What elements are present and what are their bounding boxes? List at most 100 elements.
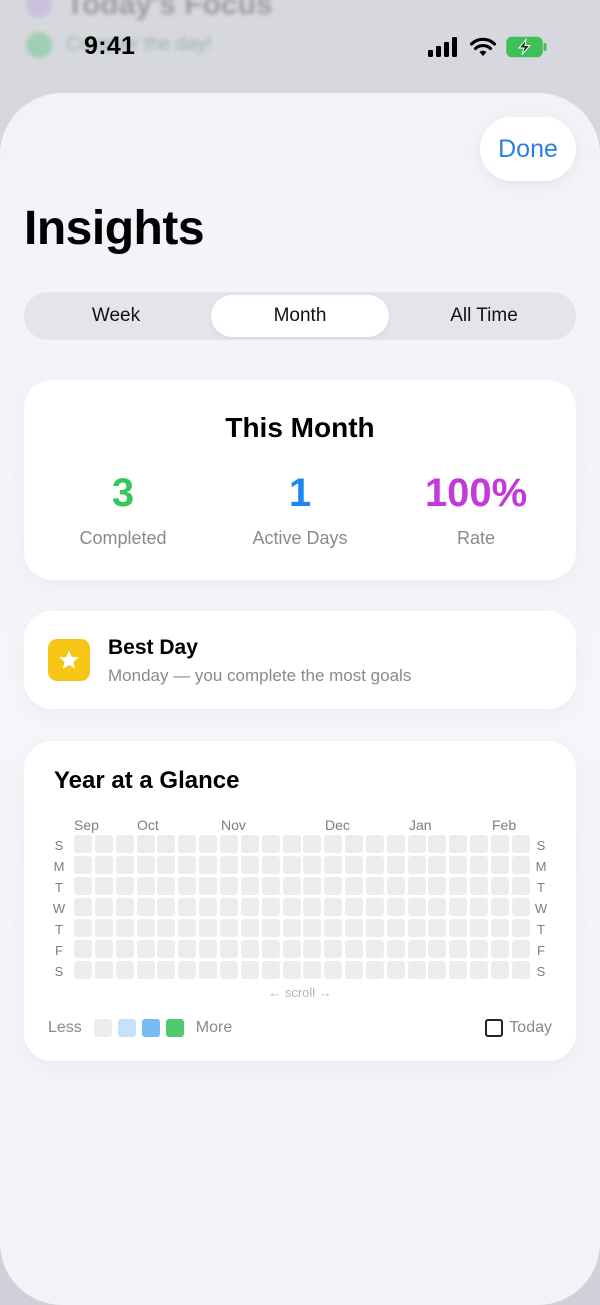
grid-cell[interactable]: [407, 877, 426, 895]
grid-cell[interactable]: [115, 940, 134, 958]
grid-cell[interactable]: [199, 877, 218, 895]
grid-cell[interactable]: [74, 877, 92, 895]
grid-cell[interactable]: [324, 835, 343, 853]
grid-cell[interactable]: [261, 835, 280, 853]
grid-cell[interactable]: [386, 856, 405, 874]
done-button[interactable]: Done: [480, 117, 576, 181]
grid-cell[interactable]: [511, 856, 530, 874]
grid-cell[interactable]: [345, 961, 364, 979]
contribution-grid[interactable]: [74, 835, 530, 982]
grid-cell[interactable]: [470, 961, 489, 979]
grid-cell[interactable]: [115, 856, 134, 874]
grid-cell[interactable]: [94, 961, 113, 979]
grid-cell[interactable]: [491, 835, 509, 853]
grid-cell[interactable]: [74, 898, 92, 916]
grid-cell[interactable]: [428, 835, 447, 853]
grid-cell[interactable]: [345, 856, 364, 874]
grid-cell[interactable]: [511, 835, 530, 853]
grid-cell[interactable]: [345, 940, 364, 958]
grid-cell[interactable]: [407, 835, 426, 853]
grid-cell[interactable]: [136, 835, 155, 853]
grid-cell[interactable]: [240, 940, 259, 958]
grid-cell[interactable]: [199, 898, 218, 916]
grid-cell[interactable]: [470, 919, 489, 937]
grid-cell[interactable]: [178, 919, 197, 937]
grid-cell[interactable]: [428, 898, 447, 916]
grid-cell[interactable]: [219, 856, 238, 874]
grid-cell[interactable]: [345, 898, 364, 916]
grid-cell[interactable]: [324, 961, 343, 979]
grid-cell[interactable]: [449, 877, 468, 895]
grid-cell[interactable]: [407, 961, 426, 979]
grid-cell[interactable]: [157, 961, 176, 979]
grid-cell[interactable]: [470, 940, 489, 958]
grid-cell[interactable]: [449, 919, 468, 937]
grid-cell[interactable]: [386, 898, 405, 916]
grid-cell[interactable]: [324, 856, 343, 874]
grid-cell[interactable]: [303, 856, 322, 874]
grid-cell[interactable]: [136, 961, 155, 979]
grid-cell[interactable]: [491, 856, 509, 874]
grid-cell[interactable]: [345, 877, 364, 895]
grid-cell[interactable]: [303, 919, 322, 937]
grid-cell[interactable]: [511, 961, 530, 979]
grid-cell[interactable]: [74, 919, 92, 937]
grid-cell[interactable]: [136, 877, 155, 895]
grid-cell[interactable]: [303, 961, 322, 979]
grid-cell[interactable]: [199, 940, 218, 958]
grid-cell[interactable]: [511, 919, 530, 937]
grid-cell[interactable]: [386, 961, 405, 979]
grid-cell[interactable]: [449, 940, 468, 958]
grid-cell[interactable]: [115, 961, 134, 979]
grid-cell[interactable]: [157, 898, 176, 916]
grid-cell[interactable]: [240, 835, 259, 853]
grid-cell[interactable]: [407, 856, 426, 874]
grid-cell[interactable]: [199, 919, 218, 937]
grid-cell[interactable]: [94, 877, 113, 895]
grid-cell[interactable]: [261, 856, 280, 874]
grid-cell[interactable]: [303, 835, 322, 853]
grid-cell[interactable]: [157, 919, 176, 937]
grid-cell[interactable]: [282, 961, 301, 979]
grid-cell[interactable]: [428, 856, 447, 874]
grid-cell[interactable]: [282, 856, 301, 874]
grid-cell[interactable]: [178, 877, 197, 895]
grid-cell[interactable]: [240, 898, 259, 916]
grid-cell[interactable]: [178, 961, 197, 979]
grid-cell[interactable]: [219, 919, 238, 937]
grid-cell[interactable]: [282, 940, 301, 958]
grid-cell[interactable]: [94, 940, 113, 958]
grid-cell[interactable]: [386, 940, 405, 958]
grid-cell[interactable]: [365, 940, 384, 958]
grid-cell[interactable]: [365, 835, 384, 853]
grid-cell[interactable]: [219, 940, 238, 958]
grid-cell[interactable]: [282, 898, 301, 916]
grid-cell[interactable]: [511, 877, 530, 895]
grid-cell[interactable]: [199, 961, 218, 979]
grid-cell[interactable]: [115, 919, 134, 937]
grid-cell[interactable]: [240, 877, 259, 895]
grid-cell[interactable]: [115, 835, 134, 853]
grid-cell[interactable]: [74, 835, 92, 853]
grid-cell[interactable]: [74, 856, 92, 874]
grid-cell[interactable]: [240, 961, 259, 979]
tab-week[interactable]: Week: [27, 295, 205, 337]
grid-cell[interactable]: [428, 877, 447, 895]
grid-cell[interactable]: [470, 898, 489, 916]
grid-cell[interactable]: [407, 940, 426, 958]
grid-cell[interactable]: [261, 877, 280, 895]
grid-cell[interactable]: [178, 898, 197, 916]
grid-cell[interactable]: [407, 898, 426, 916]
grid-cell[interactable]: [74, 961, 92, 979]
grid-cell[interactable]: [240, 856, 259, 874]
grid-cell[interactable]: [324, 940, 343, 958]
grid-cell[interactable]: [240, 919, 259, 937]
grid-cell[interactable]: [345, 835, 364, 853]
tab-all-time[interactable]: All Time: [395, 295, 573, 337]
grid-cell[interactable]: [511, 940, 530, 958]
grid-cell[interactable]: [94, 856, 113, 874]
grid-cell[interactable]: [365, 919, 384, 937]
grid-cell[interactable]: [428, 961, 447, 979]
grid-cell[interactable]: [157, 940, 176, 958]
grid-cell[interactable]: [324, 919, 343, 937]
